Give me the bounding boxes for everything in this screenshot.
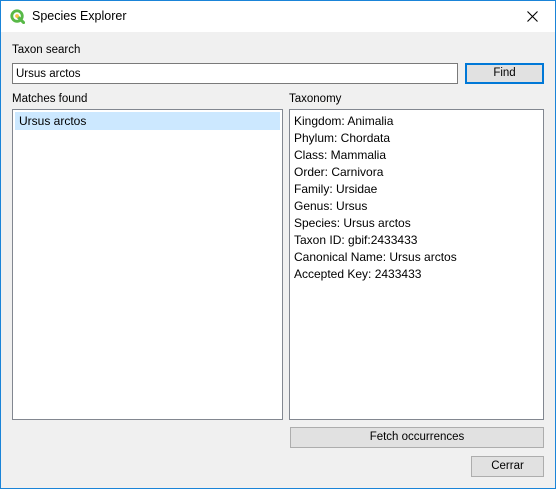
taxonomy-accepted-key: Accepted Key: 2433433 [294, 267, 422, 281]
close-icon [526, 11, 538, 22]
window-title: Species Explorer [32, 9, 127, 23]
taxonomy-order: Order: Carnivora [294, 165, 384, 179]
taxonomy-family: Family: Ursidae [294, 182, 378, 196]
cerrar-button[interactable]: Cerrar [471, 456, 544, 477]
taxonomy-genus: Genus: Ursus [294, 199, 368, 213]
taxonomy-phylum: Phylum: Chordata [294, 131, 391, 145]
taxonomy-canonical-name: Canonical Name: Ursus arctos [294, 250, 457, 264]
species-explorer-window: Species Explorer Taxon search Find Match… [0, 0, 556, 489]
taxonomy-label: Taxonomy [289, 93, 342, 105]
title-bar[interactable]: Species Explorer [1, 1, 555, 32]
qgis-icon [10, 9, 25, 24]
find-button[interactable]: Find [465, 63, 544, 84]
fetch-occurrences-button[interactable]: Fetch occurrences [290, 427, 544, 448]
taxonomy-panel[interactable]: Kingdom: Animalia Phylum: Chordata Class… [289, 109, 544, 420]
close-window-button[interactable] [509, 1, 555, 32]
taxonomy-class: Class: Mammalia [294, 148, 387, 162]
taxonomy-taxon-id: Taxon ID: gbif:2433433 [294, 233, 418, 247]
matches-list[interactable]: Ursus arctos [12, 109, 283, 420]
list-item[interactable]: Ursus arctos [15, 112, 280, 130]
taxon-search-input[interactable] [12, 63, 458, 84]
taxon-search-label: Taxon search [12, 44, 81, 56]
taxonomy-kingdom: Kingdom: Animalia [294, 114, 394, 128]
taxonomy-species: Species: Ursus arctos [294, 216, 411, 230]
matches-found-label: Matches found [12, 93, 88, 105]
